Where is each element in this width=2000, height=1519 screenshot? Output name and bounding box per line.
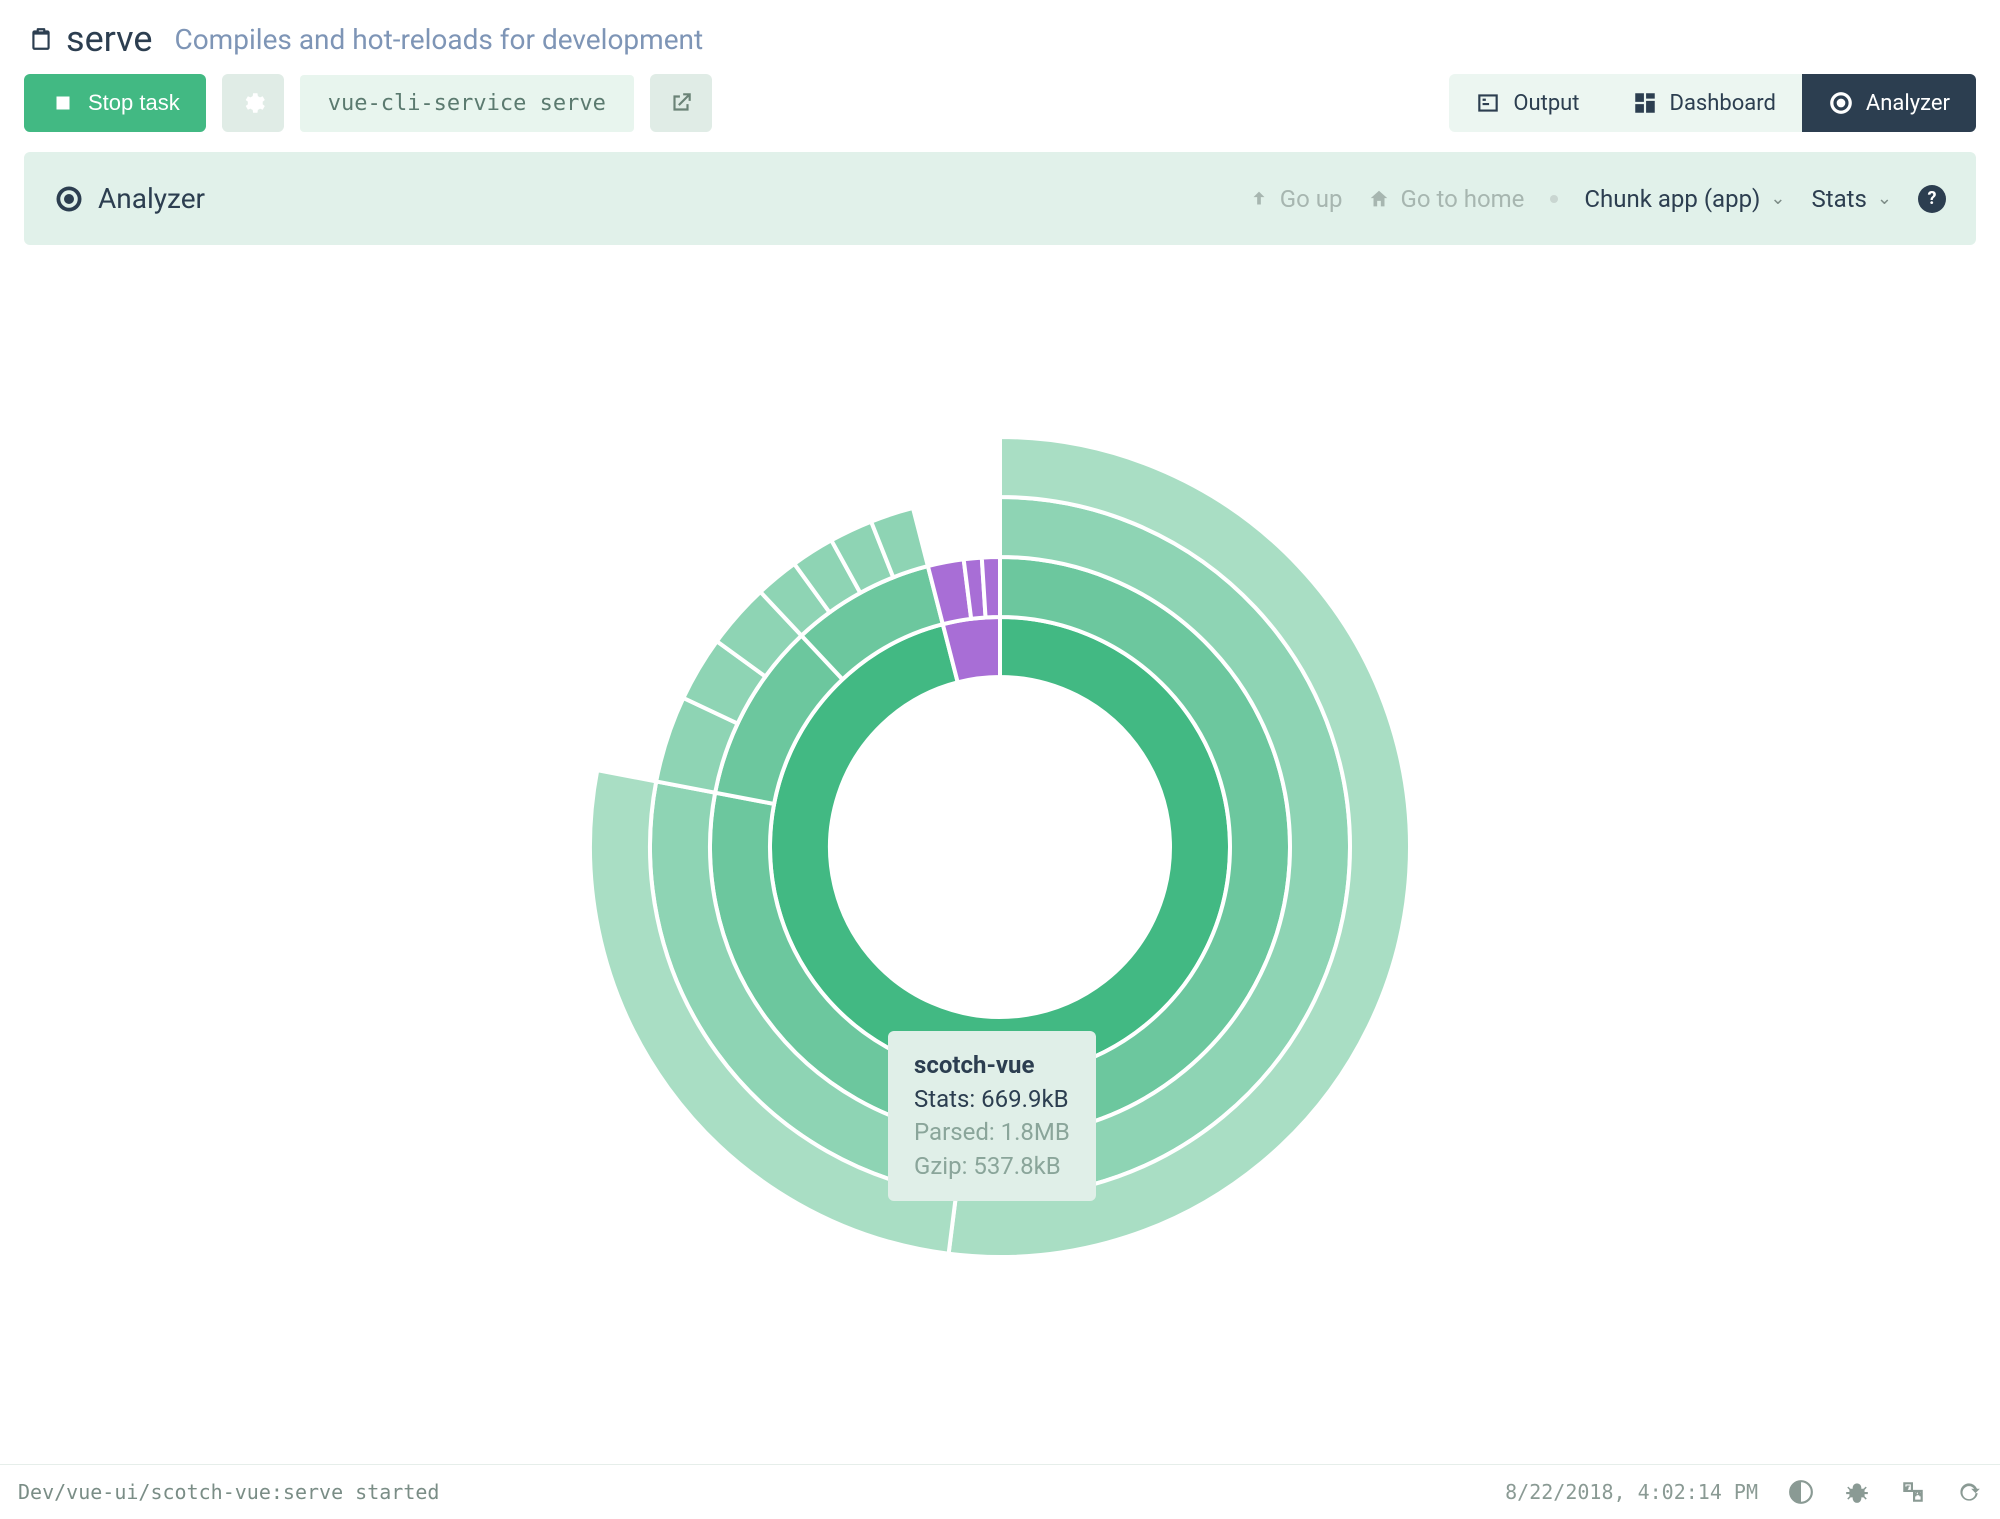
chevron-down-icon: ⌄ (1770, 188, 1785, 209)
contrast-icon[interactable] (1788, 1479, 1814, 1505)
sunburst-tooltip: scotch-vue Stats: 669.9kB Parsed: 1.8MB … (888, 1031, 1096, 1201)
go-home-button[interactable]: Go to home (1368, 185, 1524, 213)
terminal-icon (1475, 90, 1501, 116)
clipboard-icon (28, 26, 54, 52)
tab-analyzer-label: Analyzer (1866, 91, 1950, 116)
status-bar: Dev/vue-ui/scotch-vue:serve started 8/22… (0, 1464, 2000, 1519)
bug-icon[interactable] (1844, 1479, 1870, 1505)
task-toolbar: Stop task vue-cli-service serve Output D… (0, 74, 2000, 152)
subbar-title-block: Analyzer (54, 182, 205, 215)
dashboard-icon (1632, 90, 1658, 116)
help-button[interactable]: ? (1918, 185, 1946, 213)
analyzer-icon (54, 184, 84, 214)
tab-output[interactable]: Output (1449, 74, 1605, 132)
open-external-icon (668, 90, 694, 116)
analyzer-chart-area: scotch-vue Stats: 669.9kB Parsed: 1.8MB … (0, 245, 2000, 1345)
subbar-title: Analyzer (98, 182, 205, 215)
status-message: Dev/vue-ui/scotch-vue:serve started (18, 1480, 439, 1504)
stop-task-label: Stop task (88, 90, 180, 116)
status-timestamp: 8/22/2018, 4:02:14 PM (1505, 1480, 1758, 1504)
go-up-button[interactable]: Go up (1248, 185, 1343, 213)
chunk-select[interactable]: Chunk app (app) ⌄ (1584, 185, 1785, 213)
task-title-block: serve (28, 18, 152, 60)
task-description: Compiles and hot-reloads for development (174, 23, 703, 56)
tab-analyzer[interactable]: Analyzer (1802, 74, 1976, 132)
stop-task-button[interactable]: Stop task (24, 74, 206, 132)
metric-select-label: Stats (1812, 185, 1867, 213)
home-icon (1368, 188, 1390, 210)
analyzer-nav: Go up Go to home Chunk app (app) ⌄ Stats… (1248, 185, 1946, 213)
metric-select[interactable]: Stats ⌄ (1812, 185, 1893, 213)
chevron-down-icon: ⌄ (1877, 188, 1892, 209)
task-name: serve (66, 18, 152, 60)
refresh-icon[interactable] (1956, 1479, 1982, 1505)
analyzer-icon (1828, 90, 1854, 116)
nav-separator (1550, 195, 1558, 203)
analyzer-subbar: Analyzer Go up Go to home Chunk app (app… (24, 152, 1976, 245)
task-settings-button[interactable] (222, 74, 284, 132)
command-text: vue-cli-service serve (300, 75, 634, 132)
translate-icon[interactable] (1900, 1479, 1926, 1505)
gear-icon (240, 90, 266, 116)
view-tabs: Output Dashboard Analyzer (1449, 74, 1976, 132)
page-header: serve Compiles and hot-reloads for devel… (0, 0, 2000, 74)
open-external-button[interactable] (650, 74, 712, 132)
tooltip-name: scotch-vue (914, 1049, 1070, 1083)
arrow-up-icon (1248, 188, 1270, 210)
tooltip-parsed: Parsed: 1.8MB (914, 1116, 1070, 1150)
tab-output-label: Output (1513, 91, 1579, 116)
chunk-select-label: Chunk app (app) (1584, 185, 1760, 213)
stop-icon (50, 90, 76, 116)
go-home-label: Go to home (1400, 185, 1524, 213)
tooltip-gzip: Gzip: 537.8kB (914, 1150, 1070, 1184)
tab-dashboard-label: Dashboard (1670, 91, 1776, 116)
tooltip-stats: Stats: 669.9kB (914, 1083, 1070, 1117)
go-up-label: Go up (1280, 185, 1343, 213)
tab-dashboard[interactable]: Dashboard (1606, 74, 1802, 132)
